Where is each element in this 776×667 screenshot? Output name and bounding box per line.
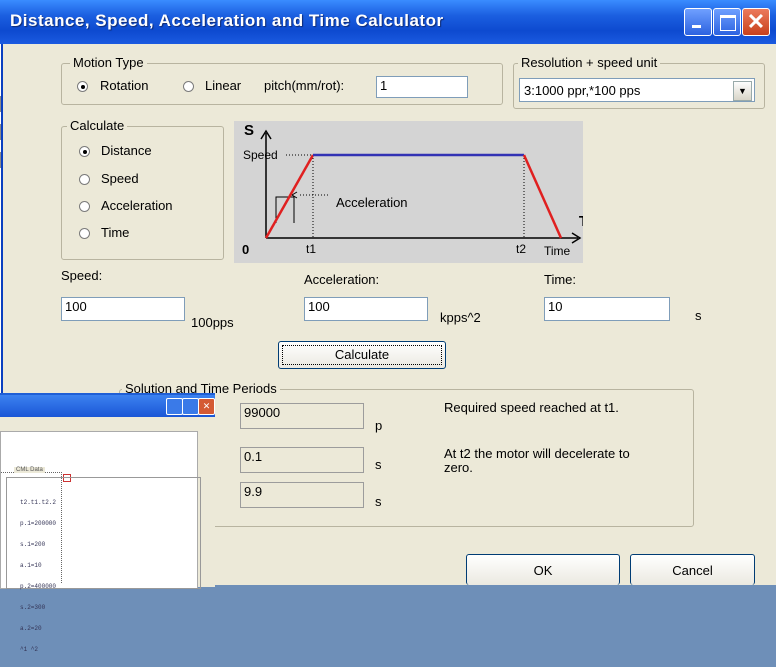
background-maximize-button[interactable] xyxy=(182,398,199,415)
background-minimize-button[interactable] xyxy=(166,398,183,415)
window-title: Distance, Speed, Acceleration and Time C… xyxy=(10,11,444,30)
distance-result-unit: p xyxy=(375,418,383,433)
speed-radio[interactable] xyxy=(79,174,90,185)
y-axis-label: S xyxy=(244,122,254,139)
speed-label: Speed: xyxy=(61,268,103,283)
distance-radio[interactable] xyxy=(79,146,90,157)
pitch-input[interactable]: 1 xyxy=(376,76,468,98)
resolution-select[interactable]: 3:1000 ppr,*100 pps ▼ xyxy=(519,78,755,102)
close-icon: ✕ xyxy=(202,401,211,411)
time-radio[interactable] xyxy=(79,228,90,239)
deceleration-ramp xyxy=(522,154,563,239)
speed-input[interactable]: 100 xyxy=(61,297,185,321)
cancel-button-label: Cancel xyxy=(672,563,713,578)
speed-unit: 100pps xyxy=(191,315,234,330)
cml-line: t2.t1.t2.2 xyxy=(20,499,57,506)
chevron-down-icon[interactable]: ▼ xyxy=(733,81,752,101)
acceleration-radio[interactable] xyxy=(79,201,90,212)
close-icon: ✕ xyxy=(746,9,766,34)
cml-line: s.2=300 xyxy=(20,604,46,611)
motion-profile-graph: S T 0 Speed Acceleration t1 t2 Time xyxy=(242,122,588,258)
distance-label[interactable]: Distance xyxy=(101,143,152,158)
minimize-icon xyxy=(692,25,701,28)
pitch-label: pitch(mm/rot): xyxy=(264,78,345,93)
acceleration-option-label[interactable]: Acceleration xyxy=(101,198,173,213)
speed-marker-label: Speed xyxy=(243,148,278,162)
t2-label: t2 xyxy=(516,242,526,256)
title-bar[interactable]: Distance, Speed, Acceleration and Time C… xyxy=(0,0,776,44)
cml-data-list[interactable]: t2.t1.t2.2 p.1=200000 s.1=200 a.1=10 p.2… xyxy=(20,485,56,667)
time-option-label[interactable]: Time xyxy=(101,225,129,240)
cancel-button[interactable]: Cancel xyxy=(630,554,755,585)
background-window-titlebar[interactable]: ✕ xyxy=(0,395,215,417)
time-label: Time: xyxy=(544,272,577,287)
acceleration-input[interactable]: 100 xyxy=(304,297,428,321)
time-input[interactable]: 10 xyxy=(544,297,670,321)
background-window[interactable]: ✕ CML Data t2.t1.t2.2 p.1=200000 s.1=200… xyxy=(0,393,215,653)
x-axis-label: T xyxy=(579,213,583,230)
speed-reached-note: Required speed reached at t1. xyxy=(444,400,619,415)
calculate-legend: Calculate xyxy=(67,118,128,133)
cml-data-label: CML Data xyxy=(14,467,45,473)
minimize-button[interactable] xyxy=(684,8,712,36)
t1-result-unit: s xyxy=(375,457,382,472)
rotation-label[interactable]: Rotation xyxy=(100,78,148,93)
t2-result: 9.9 xyxy=(240,482,364,508)
t1-result: 0.1 xyxy=(240,447,364,473)
maximize-button[interactable] xyxy=(713,8,741,36)
linear-label[interactable]: Linear xyxy=(205,78,241,93)
acceleration-ramp xyxy=(264,154,315,239)
time-unit: s xyxy=(695,308,702,323)
motion-profile-diagram: S T 0 Speed Acceleration t1 t2 Time xyxy=(234,121,588,263)
t1-label: t1 xyxy=(306,242,316,256)
rotation-radio[interactable] xyxy=(77,81,88,92)
resolution-value: 3:1000 ppr,*100 pps xyxy=(524,83,641,98)
linear-radio[interactable] xyxy=(183,81,194,92)
slope-marker xyxy=(275,196,295,223)
cml-line: a.2=20 xyxy=(20,625,42,632)
speed-option-label[interactable]: Speed xyxy=(101,171,139,186)
ok-button[interactable]: OK xyxy=(466,554,620,585)
background-close-button[interactable]: ✕ xyxy=(198,398,215,415)
calculate-button-label: Calculate xyxy=(334,347,390,362)
cml-line: p.1=200000 xyxy=(20,520,57,527)
cml-line: ^1 ^2 xyxy=(20,646,39,653)
cml-line: p.2=400000 xyxy=(20,583,57,590)
calculate-button[interactable]: Calculate xyxy=(278,341,446,369)
ok-button-label: OK xyxy=(533,563,553,578)
acceleration-label: Acceleration: xyxy=(304,272,380,287)
close-button[interactable]: ✕ xyxy=(742,8,770,36)
time-marker-label: Time xyxy=(544,244,571,258)
distance-result: 99000 xyxy=(240,403,364,429)
cml-line: s.1=200 xyxy=(20,541,46,548)
origin-label: 0 xyxy=(242,242,249,257)
resolution-legend: Resolution + speed unit xyxy=(518,55,661,70)
maximize-icon xyxy=(720,15,736,31)
motion-type-legend: Motion Type xyxy=(70,55,147,70)
acceleration-unit: kpps^2 xyxy=(440,310,481,325)
cml-line: a.1=10 xyxy=(20,562,42,569)
t2-result-unit: s xyxy=(375,494,382,509)
acceleration-marker-label: Acceleration xyxy=(336,195,408,210)
decelerate-note: At t2 the motor will decelerate to zero. xyxy=(444,446,630,475)
